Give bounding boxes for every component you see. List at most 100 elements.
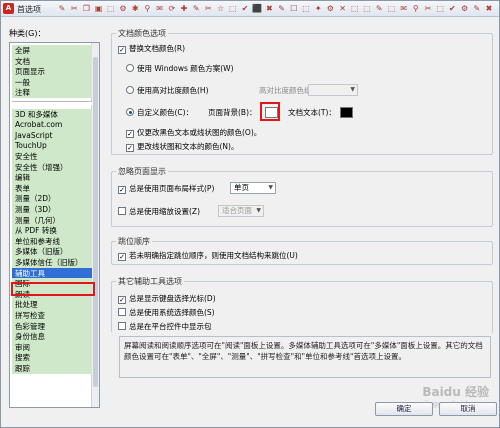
toolbar-icon[interactable]: ✂	[202, 3, 214, 15]
show-keyboard-checkbox[interactable]: ✓ 总是显示键盘选择光标(D)	[118, 294, 216, 304]
category-item[interactable]: 文档	[12, 55, 92, 67]
high-contrast-radio[interactable]: 使用高对比度颜色(H)	[126, 86, 209, 96]
category-item[interactable]: 辅助工具	[12, 267, 92, 279]
cancel-button[interactable]: 取消	[439, 402, 497, 416]
change-line-art-checkbox[interactable]: ✓ 更改线状图和文本的颜色(N)。	[126, 142, 238, 152]
use-structure-checkbox[interactable]: ✓ 若未明确指定跳位顺序，则使用文档结构来跳位(U)	[118, 251, 298, 261]
toolbar-icon[interactable]: ⚙	[117, 3, 129, 15]
toolbar-icon[interactable]: ❐	[80, 3, 92, 15]
zoom-combo[interactable]: 适合页面 ▼	[218, 205, 264, 217]
radio-on-icon	[126, 108, 134, 116]
toolbar-icon[interactable]: ✦	[312, 3, 324, 15]
category-item[interactable]: Acrobat.com	[12, 119, 92, 131]
toolbar-icon[interactable]: ⚙	[459, 3, 471, 15]
categories-list[interactable]: 全屏 文档 页面显示 一般 注释 3D 和多媒体 Acrobat.com JavaScript…	[9, 42, 100, 408]
toolbar-icon[interactable]: ✎	[56, 3, 68, 15]
category-item[interactable]: 单位和参考线	[12, 235, 92, 247]
toolbar-icon[interactable]: ✂	[422, 3, 434, 15]
category-item[interactable]: 从 PDF 转换	[12, 225, 92, 237]
category-item[interactable]: 多媒体（旧版）	[12, 246, 92, 258]
toolbar-icon-strip: ✎ ✂ ❐ ▣ ⬚ ⚙ ✱ ⚲ ✉ ⟳ ✚ ✎ ✂ ☆ ⬚ ✔ ⬛ ✖ ✎ ☐ ⬚ ✦ ⚙ ✕ ⬚ ⬚ ✎ ⬚ ✉ ⚲ ✂ ⬚ ✔ ⚙ ✎ ✖	[56, 3, 496, 15]
toolbar-icon[interactable]: ✎	[190, 3, 202, 15]
toolbar-icon[interactable]: ⬚	[361, 3, 373, 15]
category-item[interactable]: 拼写检查	[12, 310, 92, 321]
preferences-window: A 首选项 ✎ ✂ ❐ ▣ ⬚ ⚙ ✱ ⚲ ✉ ⟳ ✚ ✎ ✂ ☆ ⬚ ✔ ⬛ ✖ ✎ ☐ ⬚ ✦ ⚙ ✕ ⬚ ⬚ ✎ ⬚ ✉ ⚲ ✂ ⬚ ✔ ⚙…	[0, 0, 500, 428]
toolbar-icon[interactable]: ☆	[215, 3, 227, 15]
category-item[interactable]: 一般	[12, 76, 92, 88]
layout-combo[interactable]: 单页 ▼	[230, 182, 276, 194]
category-item[interactable]: 色彩管理	[12, 320, 92, 332]
category-item[interactable]: 批处理	[12, 299, 92, 311]
high-contrast-combo[interactable]: ▼	[308, 84, 358, 96]
toolbar-icon[interactable]: ✱	[129, 3, 141, 15]
toolbar-icon[interactable]: ✕	[337, 3, 349, 15]
toolbar-icon[interactable]: ⬚	[434, 3, 446, 15]
toolbar-icon[interactable]: ✔	[239, 3, 251, 15]
toolbar-icon[interactable]: ▣	[93, 3, 105, 15]
replace-colors-checkbox[interactable]: ✓ 替换文档颜色(R)	[118, 44, 185, 54]
toolbar-icon[interactable]: ⬚	[385, 3, 397, 15]
category-item[interactable]: 多媒体信任（旧版）	[12, 257, 92, 268]
toolbar-icon[interactable]: ✉	[154, 3, 166, 15]
toolbar-icon[interactable]: ⬚	[105, 3, 117, 15]
always-layout-checkbox[interactable]: ✓ 总是使用页面布局样式(P)	[118, 184, 214, 194]
use-windows-radio[interactable]: 使用 Windows 颜色方案(W)	[126, 64, 234, 74]
category-item[interactable]: JavaScript	[12, 129, 92, 141]
scrollbar-thumb[interactable]	[93, 57, 98, 387]
category-item[interactable]: 3D 和多媒体	[12, 108, 92, 120]
doc-text-label: 文档文本(T)：	[288, 108, 336, 117]
toolbar-icon[interactable]: ⬚	[227, 3, 239, 15]
other-options-group: 其它辅助工具选项 ✓ 总是显示键盘选择光标(D) 总是使用系统选择颜色(S) 总是…	[111, 276, 493, 333]
category-item[interactable]: 审阅	[12, 341, 92, 353]
toolbar-icon[interactable]: ⚲	[141, 3, 153, 15]
categories-scrollbar[interactable]	[91, 43, 99, 407]
category-item[interactable]: 表单	[12, 182, 92, 194]
category-item[interactable]: TouchUp	[12, 140, 92, 152]
toolbar-icon[interactable]: ⬚	[349, 3, 361, 15]
checkbox-checked-icon: ✓	[126, 130, 134, 138]
doc-text-swatch[interactable]	[340, 107, 353, 118]
category-item[interactable]: 安全性（增强）	[12, 161, 92, 173]
category-item[interactable]: 页面显示	[12, 66, 92, 78]
radio-off-icon	[126, 64, 134, 72]
only-black-text-checkbox[interactable]: ✓ 仅更改黑色文本或线状图的颜色(O)。	[126, 128, 261, 138]
toolbar-icon[interactable]: ⬚	[300, 3, 312, 15]
toolbar-icon[interactable]: ✖	[263, 3, 275, 15]
category-item[interactable]: 跟踪	[12, 363, 92, 374]
toolbar-icon[interactable]: ✎	[471, 3, 483, 15]
toolbar-icon[interactable]: ✚	[178, 3, 190, 15]
acrobat-app-icon: A	[3, 3, 14, 14]
category-item[interactable]: 身份信息	[12, 331, 92, 343]
toolbar-icon[interactable]: ☐	[288, 3, 300, 15]
category-item[interactable]: 测量（3D）	[12, 204, 92, 215]
toolbar-icon[interactable]: ✔	[446, 3, 458, 15]
toolbar-icon[interactable]: ✎	[276, 3, 288, 15]
ok-button[interactable]: 确定	[375, 402, 433, 416]
toolbar-icon[interactable]: ✖	[483, 3, 495, 15]
page-bg-highlight-box	[260, 102, 280, 121]
toolbar-icon[interactable]: ✂	[68, 3, 80, 15]
category-item[interactable]: 全屏	[12, 45, 92, 56]
category-item[interactable]: 测量（2D）	[12, 193, 92, 205]
system-selection-checkbox[interactable]: 总是使用系统选择颜色(S)	[118, 308, 215, 318]
category-item[interactable]: 测量（几何）	[12, 214, 92, 226]
override-page-group: 忽略页面显示 ✓ 总是使用页面布局样式(P) 单页 ▼ 总是使用缩放设置(Z) 适合…	[111, 166, 493, 227]
toolbar-icon[interactable]: ✉	[398, 3, 410, 15]
toolbar-icon[interactable]: ⚙	[324, 3, 336, 15]
toolbar-icon[interactable]: ⬛	[251, 3, 263, 15]
page-bg-label: 页面背景(B)：	[208, 108, 257, 117]
description-box: 屏幕阅读和阅读顺序选项可在"阅读"面板上设置。多媒体辅助工具选项可在"多媒体"面…	[119, 336, 491, 378]
category-item[interactable]: 搜索	[12, 352, 92, 364]
checkbox-checked-icon: ✓	[118, 296, 126, 304]
tab-order-group: 跳位顺序 ✓ 若未明确指定跳位顺序，则使用文档结构来跳位(U)	[111, 236, 493, 265]
category-item[interactable]: 注释	[12, 87, 92, 99]
toolbar-icon[interactable]: ⚲	[410, 3, 422, 15]
checkbox-unchecked-icon	[118, 308, 126, 316]
always-zoom-checkbox[interactable]: 总是使用缩放设置(Z)	[118, 207, 200, 217]
toolbar-icon[interactable]: ⟳	[166, 3, 178, 15]
custom-color-radio[interactable]: 自定义颜色(C)：	[126, 108, 193, 118]
category-item[interactable]: 编辑	[12, 172, 92, 184]
category-item[interactable]: 安全性	[12, 151, 92, 162]
show-portfolio-checkbox[interactable]: 总是在平台控件中显示包	[118, 322, 212, 332]
toolbar-icon[interactable]: ✎	[373, 3, 385, 15]
